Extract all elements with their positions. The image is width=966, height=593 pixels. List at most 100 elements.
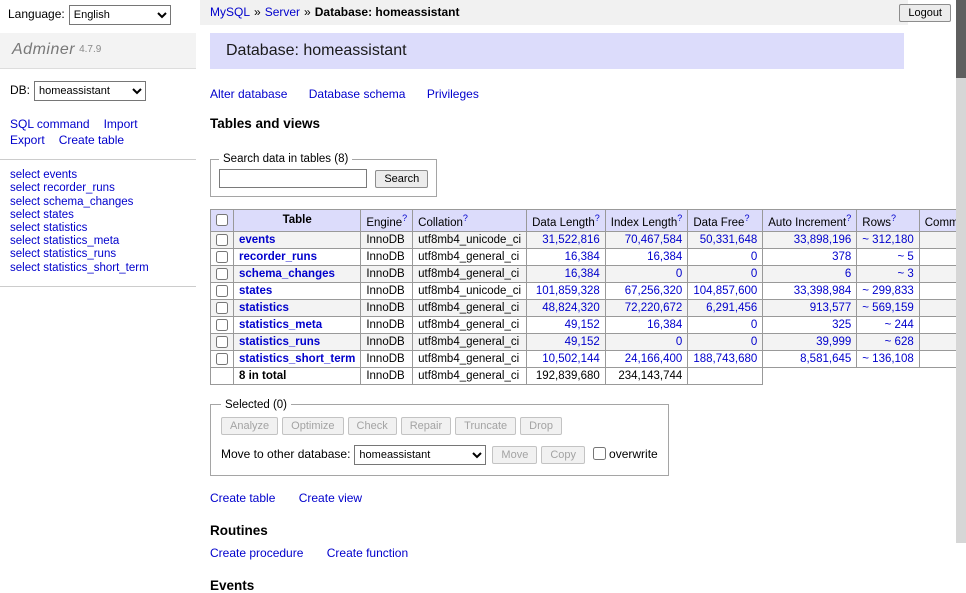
table-name-link[interactable]: statistics_runs: [239, 336, 320, 348]
sidebar-table-link[interactable]: select statistics_meta: [10, 235, 186, 248]
bulk-repair-button[interactable]: Repair: [401, 417, 451, 435]
create-procedure-link[interactable]: Create procedure: [210, 546, 303, 560]
row-checkbox[interactable]: [216, 268, 228, 280]
table-name-cell: statistics_runs: [234, 333, 361, 350]
rows-cell: ~ 299,833: [857, 282, 919, 299]
rows-count-link[interactable]: ~ 628: [885, 336, 914, 348]
table-name-link[interactable]: statistics_short_term: [239, 353, 355, 365]
privileges-link[interactable]: Privileges: [427, 87, 479, 101]
breadcrumb-mysql-link[interactable]: MySQL: [210, 5, 250, 19]
row-checkbox[interactable]: [216, 285, 228, 297]
sidebar-table-link[interactable]: select schema_changes: [10, 196, 186, 209]
table-name-link[interactable]: states: [239, 285, 272, 297]
table-row: statisticsInnoDButf8mb4_general_ci48,824…: [211, 299, 966, 316]
column-header-name: Table: [234, 210, 361, 232]
create-table-link[interactable]: Create table: [210, 491, 275, 505]
move-db-select[interactable]: homeassistant: [354, 445, 486, 465]
db-selector-row: DB:homeassistant: [0, 69, 196, 109]
bulk-check-button[interactable]: Check: [348, 417, 397, 435]
auto-increment-cell: 325: [763, 316, 857, 333]
selected-fieldset: Selected (0) AnalyzeOptimizeCheckRepairT…: [210, 399, 669, 476]
overwrite-label: overwrite: [609, 447, 658, 461]
table-row: recorder_runsInnoDButf8mb4_general_ci16,…: [211, 248, 966, 265]
sql-command-link[interactable]: SQL command: [10, 117, 90, 131]
export-link[interactable]: Export: [10, 133, 45, 147]
auto-increment-cell: 6: [763, 265, 857, 282]
column-help-link[interactable]: ?: [846, 213, 851, 223]
breadcrumb-server-link[interactable]: Server: [265, 5, 300, 19]
app-logo[interactable]: Adminer: [12, 41, 75, 58]
collation-cell: utf8mb4_general_ci: [413, 248, 527, 265]
engine-cell: InnoDB: [361, 350, 413, 367]
row-checkbox[interactable]: [216, 336, 228, 348]
sidebar-table-link[interactable]: select statistics_short_term: [10, 262, 186, 275]
language-select[interactable]: English: [69, 5, 171, 25]
sidebar-table-link[interactable]: select statistics_runs: [10, 248, 186, 261]
create-view-link[interactable]: Create view: [299, 491, 362, 505]
copy-button[interactable]: Copy: [541, 446, 585, 464]
row-checkbox[interactable]: [216, 234, 228, 246]
row-checkbox[interactable]: [216, 302, 228, 314]
column-help-link[interactable]: ?: [402, 213, 407, 223]
table-name-cell: statistics: [234, 299, 361, 316]
scrollbar-thumb[interactable]: [956, 0, 966, 78]
row-checkbox[interactable]: [216, 353, 228, 365]
table-name-link[interactable]: events: [239, 234, 275, 246]
table-row: statistics_metaInnoDButf8mb4_general_ci4…: [211, 316, 966, 333]
create-table-link-sidebar[interactable]: Create table: [59, 133, 124, 147]
database-schema-link[interactable]: Database schema: [309, 87, 406, 101]
create-function-link[interactable]: Create function: [327, 546, 408, 560]
sidebar-table-link[interactable]: select statistics: [10, 222, 186, 235]
rows-cell: ~ 244: [857, 316, 919, 333]
row-checkbox[interactable]: [216, 251, 228, 263]
select-all-checkbox[interactable]: [216, 214, 228, 226]
total-data-free-cell: [688, 367, 763, 384]
sidebar-table-link[interactable]: select events: [10, 169, 186, 182]
rows-count-link[interactable]: ~ 136,108: [862, 353, 913, 365]
table-name-link[interactable]: statistics: [239, 302, 289, 314]
engine-cell: InnoDB: [361, 316, 413, 333]
sidebar-table-link[interactable]: select states: [10, 209, 186, 222]
db-select[interactable]: homeassistant: [34, 81, 146, 101]
search-button[interactable]: Search: [375, 170, 428, 188]
logout-button[interactable]: Logout: [899, 4, 951, 22]
bulk-drop-button[interactable]: Drop: [520, 417, 562, 435]
scrollbar[interactable]: [956, 0, 966, 543]
column-help-link[interactable]: ?: [891, 213, 896, 223]
bulk-analyze-button[interactable]: Analyze: [221, 417, 278, 435]
alter-database-link[interactable]: Alter database: [210, 87, 287, 101]
rows-count-link[interactable]: ~ 312,180: [862, 234, 913, 246]
language-row: Language: English: [8, 5, 171, 25]
rows-count-link[interactable]: ~ 569,159: [862, 302, 913, 314]
move-button[interactable]: Move: [492, 446, 537, 464]
auto-increment-cell: 39,999: [763, 333, 857, 350]
data-length-cell: 16,384: [527, 265, 606, 282]
column-help-link[interactable]: ?: [677, 213, 682, 223]
language-label: Language:: [8, 7, 65, 21]
index-length-cell: 0: [605, 265, 688, 282]
rows-count-link[interactable]: ~ 5: [897, 251, 913, 263]
rows-count-link[interactable]: ~ 244: [885, 319, 914, 331]
tables-tbody: eventsInnoDButf8mb4_unicode_ci31,522,816…: [211, 231, 966, 384]
table-name-link[interactable]: schema_changes: [239, 268, 335, 280]
selected-buttons: AnalyzeOptimize CheckRepairTruncateDrop: [221, 417, 658, 435]
table-name-link[interactable]: statistics_meta: [239, 319, 322, 331]
rows-count-link[interactable]: ~ 299,833: [862, 285, 913, 297]
column-help-link[interactable]: ?: [744, 213, 749, 223]
row-checkbox[interactable]: [216, 319, 228, 331]
table-name-cell: statistics_short_term: [234, 350, 361, 367]
engine-cell: InnoDB: [361, 333, 413, 350]
import-link[interactable]: Import: [104, 117, 138, 131]
overwrite-checkbox[interactable]: [593, 447, 606, 460]
bulk-optimize-button[interactable]: Optimize: [282, 417, 343, 435]
column-help-link[interactable]: ?: [463, 213, 468, 223]
sidebar-table-link[interactable]: select recorder_runs: [10, 182, 186, 195]
total-empty-cell: [211, 367, 234, 384]
row-select-cell: [211, 282, 234, 299]
bulk-truncate-button[interactable]: Truncate: [455, 417, 516, 435]
collation-cell: utf8mb4_general_ci: [413, 265, 527, 282]
column-help-link[interactable]: ?: [595, 213, 600, 223]
table-name-link[interactable]: recorder_runs: [239, 251, 317, 263]
search-input[interactable]: [219, 169, 367, 188]
rows-count-link[interactable]: ~ 3: [897, 268, 913, 280]
